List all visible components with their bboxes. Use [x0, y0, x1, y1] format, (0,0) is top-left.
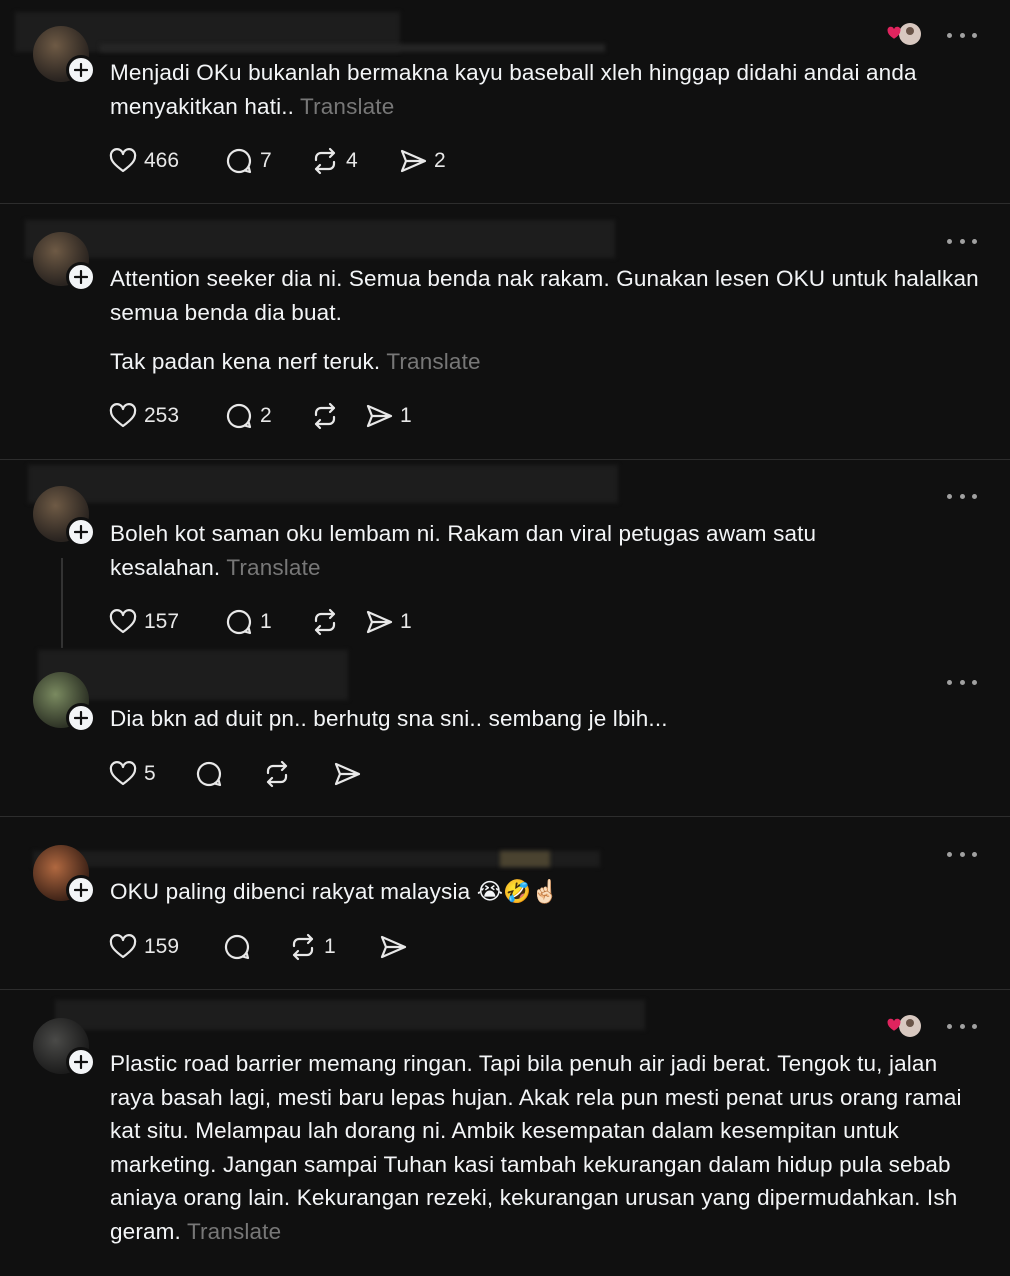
repost-icon [266, 760, 288, 788]
follow-plus-icon[interactable] [66, 875, 96, 905]
like-button[interactable]: 157 [108, 607, 224, 637]
share-button[interactable] [378, 932, 408, 962]
post-paragraph: OKU paling dibenci rakyat malaysia 😭🤣☝🏻 [110, 879, 560, 904]
translate-link[interactable]: Translate [386, 349, 480, 374]
post-actions: 466 7 4 2 [108, 145, 446, 177]
post-text: Attention seeker dia ni. Semua benda nak… [110, 262, 980, 379]
send-icon [366, 404, 393, 428]
post-paragraph: Dia bkn ad duit pn.. berhutg sna sni.. s… [110, 706, 668, 731]
post-text: OKU paling dibenci rakyat malaysia 😭🤣☝🏻 [110, 875, 980, 909]
post-text: Dia bkn ad duit pn.. berhutg sna sni.. s… [110, 702, 980, 736]
post-actions: 5 [108, 758, 362, 790]
heart-icon [109, 934, 137, 959]
post-text: Menjadi OKu bukanlah bermakna kayu baseb… [110, 56, 980, 123]
repost-count: 4 [346, 149, 358, 172]
share-button[interactable]: 2 [398, 146, 446, 176]
translate-link[interactable]: Translate [187, 1219, 281, 1244]
post-divider [0, 816, 1010, 817]
post-text: Plastic road barrier memang ringan. Tapi… [110, 1047, 980, 1249]
send-icon [334, 762, 361, 786]
translate-link[interactable]: Translate [300, 94, 394, 119]
more-options-icon[interactable] [947, 849, 977, 859]
comment-icon [224, 934, 250, 960]
repost-button[interactable] [310, 607, 364, 637]
send-icon [400, 149, 427, 173]
more-options-icon[interactable] [947, 677, 977, 687]
follow-plus-icon[interactable] [66, 55, 96, 85]
like-count: 159 [144, 935, 180, 958]
comment-icon [196, 761, 222, 787]
thread-line [61, 558, 63, 648]
follow-plus-icon[interactable] [66, 1047, 96, 1077]
liked-by-avatar-icon [886, 1014, 922, 1040]
reply-button[interactable]: 1 [224, 607, 310, 637]
like-count: 157 [144, 610, 180, 633]
reply-count: 7 [260, 149, 272, 172]
post-divider [0, 203, 1010, 204]
more-options-icon[interactable] [947, 1021, 977, 1031]
post-text: Boleh kot saman oku lembam ni. Rakam dan… [110, 517, 980, 584]
repost-button[interactable]: 4 [310, 146, 398, 176]
post-actions: 159 1 [108, 931, 408, 963]
comment-icon [226, 148, 252, 174]
post-divider [0, 989, 1010, 990]
comment-icon [226, 403, 252, 429]
repost-icon [314, 608, 336, 636]
share-count: 1 [400, 404, 412, 427]
post-paragraph: Boleh kot saman oku lembam ni. Rakam dan… [110, 521, 817, 580]
post-paragraph: Plastic road barrier memang ringan. Tapi… [110, 1051, 962, 1244]
heart-icon [109, 403, 137, 428]
repost-icon [314, 147, 336, 175]
follow-plus-icon[interactable] [66, 703, 96, 733]
post-paragraph: Tak padan kena nerf teruk. [110, 349, 381, 375]
like-button[interactable]: 159 [108, 932, 222, 962]
repost-icon [292, 933, 314, 961]
repost-button[interactable] [262, 759, 332, 789]
post-actions: 253 2 1 [108, 400, 412, 432]
follow-plus-icon[interactable] [66, 262, 96, 292]
like-button[interactable]: 253 [108, 401, 224, 431]
repost-button[interactable] [310, 401, 364, 431]
share-button[interactable]: 1 [364, 607, 412, 637]
repost-icon [314, 402, 336, 430]
reply-count: 1 [260, 610, 272, 633]
post-paragraph: Attention seeker dia ni. Semua benda nak… [110, 266, 979, 325]
reply-count: 2 [260, 404, 272, 427]
share-button[interactable] [332, 759, 362, 789]
like-button[interactable]: 466 [108, 146, 224, 176]
follow-plus-icon[interactable] [66, 517, 96, 547]
translate-link[interactable]: Translate [226, 555, 320, 580]
post-divider [0, 459, 1010, 460]
reply-button[interactable] [222, 932, 288, 962]
send-icon [380, 935, 407, 959]
repost-button[interactable]: 1 [288, 932, 378, 962]
post-actions: 157 1 1 [108, 606, 412, 638]
send-icon [366, 610, 393, 634]
repost-count: 1 [324, 935, 336, 958]
comment-icon [226, 609, 252, 635]
reply-button[interactable]: 7 [224, 146, 310, 176]
more-options-icon[interactable] [947, 491, 977, 501]
like-count: 253 [144, 404, 180, 427]
share-button[interactable]: 1 [364, 401, 412, 431]
post-paragraph: Menjadi OKu bukanlah bermakna kayu baseb… [110, 60, 917, 119]
like-button[interactable]: 5 [108, 759, 194, 789]
share-count: 2 [434, 149, 446, 172]
more-options-icon[interactable] [947, 30, 977, 40]
like-count: 5 [144, 762, 156, 785]
heart-icon [109, 609, 137, 634]
like-count: 466 [144, 149, 180, 172]
heart-icon [109, 148, 137, 173]
reply-button[interactable] [194, 759, 262, 789]
more-options-icon[interactable] [947, 236, 977, 246]
heart-icon [109, 761, 137, 786]
reply-button[interactable]: 2 [224, 401, 310, 431]
liked-by-avatar-icon [886, 22, 922, 48]
share-count: 1 [400, 610, 412, 633]
